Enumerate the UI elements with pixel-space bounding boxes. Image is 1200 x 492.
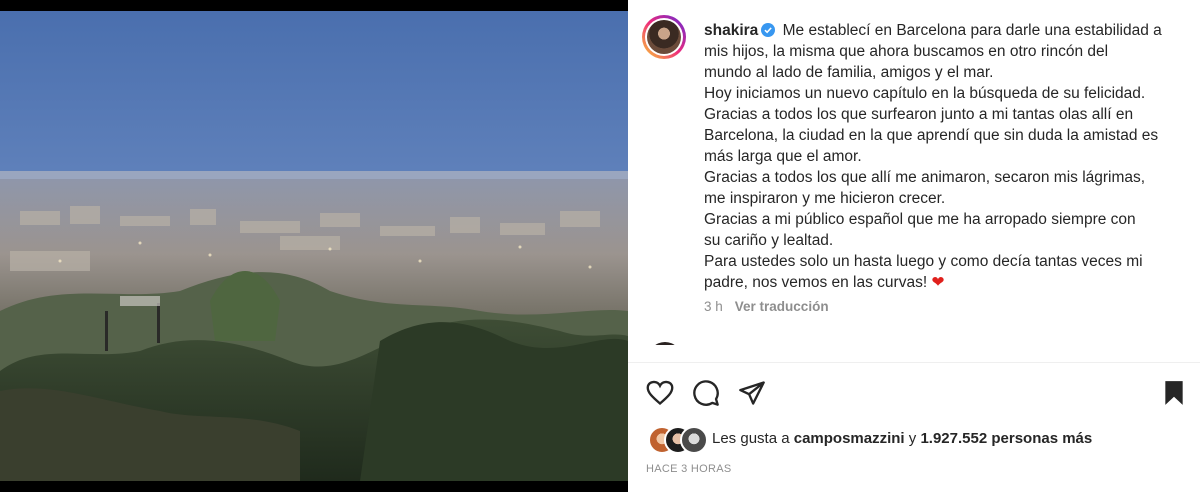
caption-line: Hoy iniciamos un nuevo capítulo en la bú… <box>704 85 1146 102</box>
post-caption: shakira Me establecí en Barcelona para d… <box>704 20 1184 293</box>
share-icon <box>739 381 765 405</box>
caption-line: Gracias a todos los que allí me animaron… <box>704 169 1146 186</box>
likes-count[interactable]: 1.927.552 personas más <box>920 430 1092 447</box>
author-username[interactable]: shakira <box>704 22 758 39</box>
post-age: 3 h <box>704 299 723 314</box>
likes-prefix: Les gusta a <box>712 430 794 447</box>
verified-badge-icon <box>761 23 776 37</box>
comment-row: wanda_nara❤ <box>646 340 1186 345</box>
avatar-image <box>647 20 681 54</box>
caption-line: Gracias a mi público español que me ha a… <box>704 211 1136 228</box>
caption-line: más larga que el amor. <box>704 148 862 165</box>
caption-area: shakira Me establecí en Barcelona para d… <box>628 0 1200 345</box>
post-meta: 3 h Ver traducción <box>704 299 829 314</box>
save-button[interactable] <box>1159 378 1189 408</box>
caption-line: mundo al lado de familia, amigos y el ma… <box>704 64 994 81</box>
caption-line: Gracias a todos los que surfearon junto … <box>704 106 1134 123</box>
comment-icon <box>693 380 719 406</box>
liker-username[interactable]: camposmazzini <box>794 430 905 447</box>
caption-line: Para ustedes solo un hasta luego y como … <box>704 253 1143 270</box>
caption-heart-emoji: ❤ <box>931 274 945 291</box>
barcelona-landscape-image <box>0 11 628 481</box>
caption-line: padre, nos vemos en las curvas! <box>704 274 928 291</box>
author-avatar[interactable] <box>642 15 686 59</box>
post-photo[interactable] <box>0 11 628 481</box>
translate-link[interactable]: Ver traducción <box>735 299 829 314</box>
post-photo-pane <box>0 0 628 492</box>
likes-middle: y <box>904 430 921 447</box>
commenter-avatar[interactable] <box>648 342 682 345</box>
caption-line: me inspiraron y me hicieron crecer. <box>704 190 946 207</box>
likes-summary: Les gusta a camposmazzini y 1.927.552 pe… <box>712 430 1092 447</box>
caption-line: Me establecí en Barcelona para darle una… <box>782 22 1162 39</box>
post-side-panel: shakira Me establecí en Barcelona para d… <box>628 0 1200 492</box>
caption-line: su cariño y lealtad. <box>704 232 834 249</box>
share-button[interactable] <box>737 378 767 408</box>
like-button[interactable] <box>645 378 675 408</box>
post-timestamp[interactable]: HACE 3 HORAS <box>646 463 732 475</box>
caption-line: mis hijos, la misma que ahora buscamos e… <box>704 43 1109 60</box>
caption-line: Barcelona, la ciudad en la que aprendí q… <box>704 127 1159 144</box>
heart-icon <box>646 380 674 406</box>
comment-button[interactable] <box>691 378 721 408</box>
liker-avatar <box>680 426 708 454</box>
bookmark-icon <box>1165 381 1183 405</box>
